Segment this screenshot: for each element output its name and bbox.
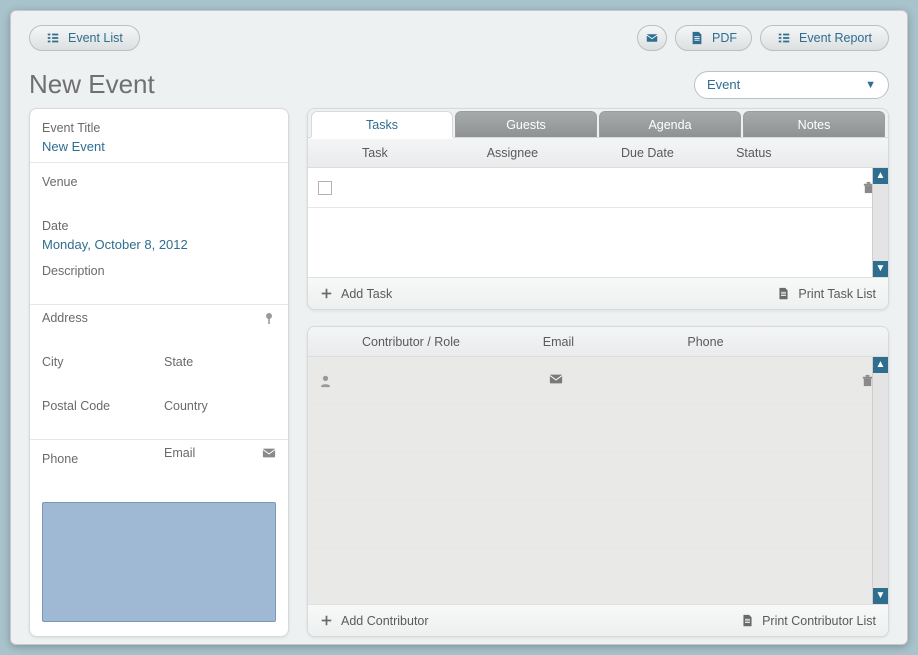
print-task-button[interactable]: Print Task List [777,287,876,301]
col-task: Task [342,146,487,160]
contrib-grid-body: ▲ ▼ [308,357,888,604]
scroll-down-icon[interactable]: ▼ [873,261,889,277]
col-contributor-role: Contributor / Role [342,335,543,349]
envelope-icon[interactable] [549,372,563,386]
col-status: Status [736,146,832,160]
contributor-row[interactable] [308,501,888,549]
contributor-row[interactable] [308,453,888,501]
scroll-up-icon[interactable]: ▲ [873,168,889,184]
task-footer: Add Task Print Task List [308,277,888,309]
label-email: Email [164,446,195,460]
tab-tasks[interactable]: Tasks [311,111,453,137]
list-icon [777,31,791,45]
label-state: State [164,355,276,369]
print-task-label: Print Task List [798,287,876,301]
event-report-label: Event Report [799,31,872,45]
tab-notes[interactable]: Notes [743,111,885,137]
add-task-label: Add Task [341,287,392,301]
person-icon [319,374,332,388]
value-event-title[interactable]: New Event [42,139,276,154]
label-address: Address [42,311,88,325]
col-due: Due Date [621,146,736,160]
event-list-button[interactable]: Event List [29,25,140,51]
document-icon [741,614,754,627]
top-toolbar: Event List PDF Event Report [29,25,889,51]
col-assignee: Assignee [487,146,621,160]
event-details-panel: Event Title New Event Venue Date Monday,… [29,108,289,637]
add-contributor-button[interactable]: Add Contributor [320,614,429,628]
task-scrollbar[interactable]: ▲ ▼ [872,168,888,277]
right-column: Tasks Guests Agenda Notes Task Assignee … [307,108,889,637]
heading-row: New Event Event ▼ [29,69,889,100]
contributor-row[interactable] [308,405,888,453]
main-columns: Event Title New Event Venue Date Monday,… [29,108,889,637]
value-phone[interactable] [42,470,154,484]
tasks-panel: Tasks Guests Agenda Notes Task Assignee … [307,108,889,310]
pdf-button[interactable]: PDF [675,25,752,51]
scroll-up-icon[interactable]: ▲ [873,357,889,373]
add-task-button[interactable]: Add Task [320,287,392,301]
print-contributor-button[interactable]: Print Contributor List [741,614,876,628]
print-contributor-label: Print Contributor List [762,614,876,628]
envelope-icon [646,31,658,45]
label-description: Description [42,264,276,278]
tab-guests[interactable]: Guests [455,111,597,137]
document-icon [690,31,704,45]
tabs-row: Tasks Guests Agenda Notes [308,109,888,138]
chevron-down-icon: ▼ [865,79,876,91]
task-row[interactable] [308,168,888,208]
scroll-down-icon[interactable]: ▼ [873,588,889,604]
value-address[interactable] [42,329,276,343]
label-phone: Phone [42,452,154,466]
envelope-icon[interactable] [262,446,276,460]
event-type-select[interactable]: Event ▼ [694,71,889,99]
mail-button[interactable] [637,25,667,51]
value-venue[interactable] [42,193,276,207]
document-icon [777,287,790,300]
label-country: Country [164,399,276,413]
task-grid-body: ▲ ▼ [308,168,888,277]
contrib-footer: Add Contributor Print Contributor List [308,604,888,636]
contributor-row[interactable] [308,357,888,405]
label-event-title: Event Title [42,121,276,135]
value-description[interactable] [42,282,276,296]
tab-agenda[interactable]: Agenda [599,111,741,137]
col-contributor-phone: Phone [687,335,832,349]
add-contributor-label: Add Contributor [341,614,429,628]
plus-icon [320,287,333,300]
list-icon [46,31,60,45]
page-title: New Event [29,69,155,100]
map-pin-icon[interactable] [262,311,276,325]
col-contributor-email: Email [543,335,688,349]
event-image-placeholder[interactable] [42,502,276,622]
event-type-value: Event [707,77,740,92]
label-date: Date [42,219,276,233]
event-report-button[interactable]: Event Report [760,25,889,51]
label-city: City [42,355,154,369]
task-checkbox[interactable] [318,181,332,195]
contrib-scrollbar[interactable]: ▲ ▼ [872,357,888,604]
task-grid-header: Task Assignee Due Date Status [308,138,888,168]
value-postal[interactable] [42,417,154,431]
event-list-label: Event List [68,31,123,45]
value-date[interactable]: Monday, October 8, 2012 [42,237,276,252]
contributors-panel: Contributor / Role Email Phone [307,326,889,637]
value-country[interactable] [164,417,276,431]
contrib-grid-header: Contributor / Role Email Phone [308,327,888,357]
value-state[interactable] [164,373,276,387]
app-frame: Event List PDF Event Report New Event Ev… [10,10,908,645]
plus-icon [320,614,333,627]
pdf-label: PDF [712,31,737,45]
label-postal: Postal Code [42,399,154,413]
label-venue: Venue [42,175,276,189]
value-email[interactable] [164,464,276,478]
value-city[interactable] [42,373,154,387]
